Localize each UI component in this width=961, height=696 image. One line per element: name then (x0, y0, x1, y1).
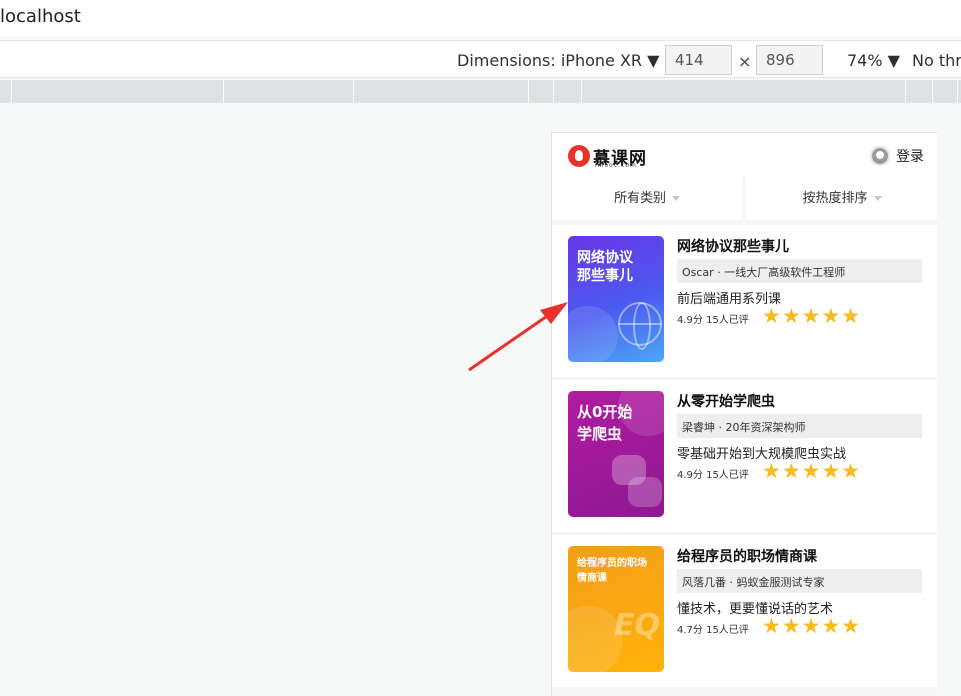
sort-filter[interactable]: 按热度排序 (746, 177, 937, 220)
device-viewport: 慕课网 imooc.com 登录 所有类别 按热度排序 网络协议 那些事儿 网络… (551, 132, 937, 696)
url-text[interactable]: localhost (0, 6, 81, 27)
device-toolbar: Dimensions: iPhone XR ▼ 414 × 896 74% ▼ … (0, 40, 961, 78)
category-filter[interactable]: 所有类别 (552, 177, 742, 220)
course-cover[interactable]: 网络协议 那些事儿 (568, 236, 664, 362)
eq-mark: EQ (614, 608, 660, 643)
media-query-bar[interactable] (0, 80, 961, 103)
chevron-down-icon (873, 196, 882, 201)
user-avatar-icon[interactable] (870, 146, 890, 166)
cover-title: 给程序员的职场 情商课 (577, 558, 647, 584)
cover-title: 网络协议 那些事儿 (577, 250, 633, 284)
course-rating: 4.9分 15人已评 (677, 470, 749, 481)
filter-bar: 所有类别 按热度排序 (552, 177, 937, 221)
course-card[interactable]: 给程序员的职场 情商课 EQ 给程序员的职场情商课 风落几番 · 蚂蚁金服测试专… (552, 535, 937, 687)
width-input[interactable]: 414 (665, 45, 732, 75)
ruler-tick (581, 80, 582, 103)
course-title[interactable]: 给程序员的职场情商课 (677, 546, 817, 566)
ruler-tick (553, 80, 554, 103)
times-sign: × (738, 52, 752, 71)
ruler-tick (223, 80, 224, 103)
globe-icon (618, 302, 662, 350)
course-rating: 4.7分 15人已评 (677, 625, 749, 636)
course-teacher: Oscar · 一线大厂高级软件工程师 (677, 259, 922, 283)
cover-decoration (568, 306, 618, 362)
course-card[interactable]: 从0开始 学爬虫 从零开始学爬虫 梁睿坤 · 20年资深架构师 零基础开始到大规… (552, 380, 937, 532)
course-cover[interactable]: 给程序员的职场 情商课 EQ (568, 546, 664, 672)
sort-filter-label: 按热度排序 (802, 191, 868, 206)
ruler-tick (957, 80, 958, 103)
ruler-tick (11, 80, 12, 103)
course-title[interactable]: 网络协议那些事儿 (677, 236, 789, 256)
ruler-tick (932, 80, 933, 103)
course-title[interactable]: 从零开始学爬虫 (677, 391, 775, 411)
logo-subtext: imooc.com (595, 162, 637, 169)
cover-title: 从0开始 学爬虫 (577, 403, 633, 443)
course-card[interactable]: 网络协议 那些事儿 网络协议那些事儿 Oscar · 一线大厂高级软件工程师 前… (552, 225, 937, 377)
zoom-dropdown[interactable]: 74% ▼ (847, 51, 900, 70)
ruler-tick (528, 80, 529, 103)
star-rating-icons: ★★★★★ (762, 304, 862, 328)
address-bar[interactable]: localhost (0, 0, 961, 36)
course-teacher: 风落几番 · 蚂蚁金服测试专家 (677, 569, 922, 593)
app-header: 慕课网 imooc.com 登录 (552, 133, 937, 177)
throttle-dropdown[interactable]: No thro (912, 51, 961, 70)
login-link[interactable]: 登录 (896, 146, 924, 166)
python-logo-icon (612, 455, 662, 507)
category-filter-label: 所有类别 (613, 191, 666, 206)
ruler-tick (905, 80, 906, 103)
star-rating-icons: ★★★★★ (762, 614, 862, 638)
height-input[interactable]: 896 (756, 45, 823, 75)
arrow-shaft (468, 310, 554, 372)
course-rating: 4.9分 15人已评 (677, 315, 749, 326)
course-teacher: 梁睿坤 · 20年资深架构师 (677, 414, 922, 438)
python-logo-lower (628, 477, 662, 507)
star-rating-icons: ★★★★★ (762, 459, 862, 483)
chevron-down-icon (672, 196, 680, 201)
ruler-tick (353, 80, 354, 103)
course-cover[interactable]: 从0开始 学爬虫 (568, 391, 664, 517)
logo-flame-icon (568, 145, 590, 167)
dimensions-dropdown[interactable]: Dimensions: iPhone XR ▼ (457, 51, 659, 70)
